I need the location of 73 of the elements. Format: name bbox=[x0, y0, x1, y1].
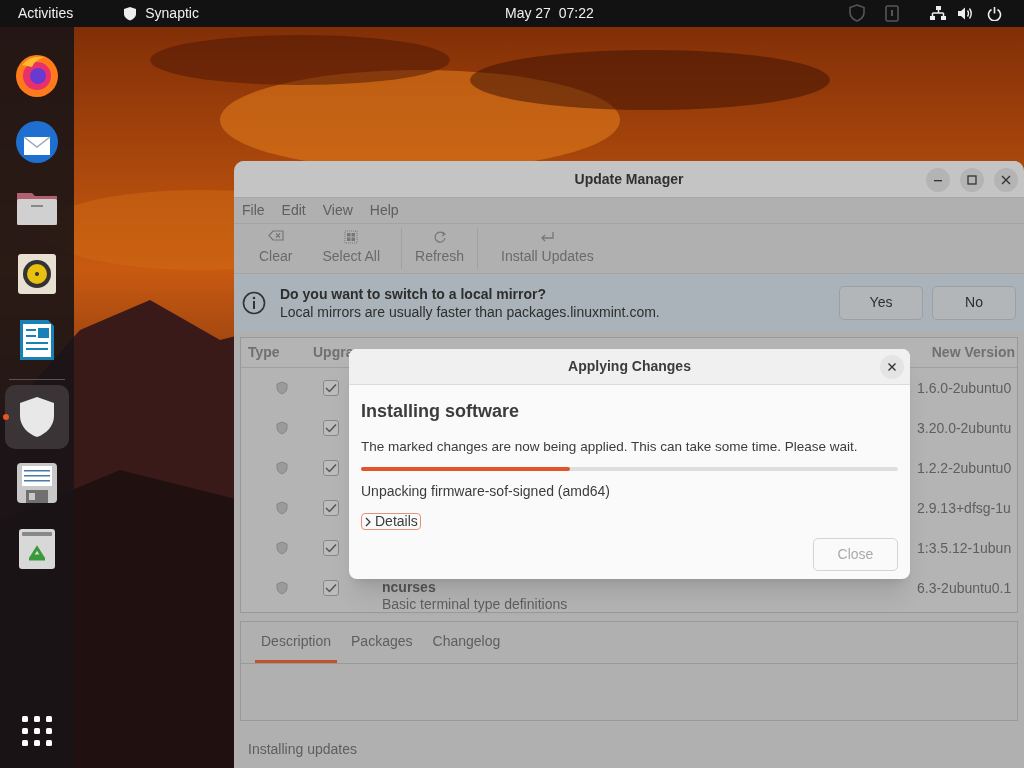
version-cell-text: 1.2.2-2ubuntu0 bbox=[917, 458, 1013, 478]
checkbox[interactable] bbox=[323, 580, 339, 596]
shield-icon bbox=[123, 6, 138, 21]
close-button[interactable]: Close bbox=[813, 538, 898, 572]
power-icon[interactable] bbox=[987, 5, 1002, 21]
progress-text: Unpacking firmware-sof-signed (amd64) bbox=[361, 482, 611, 502]
package-name: ncurses bbox=[382, 579, 437, 596]
close-button[interactable] bbox=[994, 168, 1018, 192]
menu-item[interactable]: Help bbox=[369, 200, 399, 221]
check-icon bbox=[325, 503, 337, 513]
checkbox[interactable] bbox=[323, 380, 339, 396]
version-cell-text: 3.20.0-2ubuntu bbox=[917, 418, 1013, 438]
status-text: Installing updates bbox=[248, 740, 358, 759]
info-icon bbox=[242, 290, 266, 315]
network-icon[interactable] bbox=[929, 5, 947, 21]
checkbox[interactable] bbox=[323, 460, 339, 476]
version-cell-text: 2.9.13+dfsg-1u bbox=[917, 498, 1012, 518]
shield-icon[interactable] bbox=[849, 4, 865, 22]
firefox-icon bbox=[14, 53, 60, 99]
mail-icon bbox=[14, 119, 60, 165]
column-header[interactable]: Type bbox=[241, 342, 313, 363]
check-icon bbox=[325, 423, 337, 433]
menu-item[interactable]: Edit bbox=[281, 200, 306, 221]
shield-icon bbox=[276, 461, 288, 475]
activities-button[interactable]: Activities bbox=[18, 3, 74, 24]
volume-icon[interactable] bbox=[957, 5, 973, 21]
check-icon bbox=[325, 543, 337, 553]
clock[interactable]: May 27 07:22 bbox=[505, 3, 594, 24]
check-icon bbox=[325, 383, 337, 393]
toolbar-button[interactable]: Select All bbox=[309, 224, 394, 273]
menu-item[interactable]: File bbox=[242, 200, 265, 221]
checkbox[interactable] bbox=[323, 420, 339, 436]
check-icon bbox=[325, 583, 337, 593]
shield-icon bbox=[276, 421, 288, 435]
clipboard-icon[interactable] bbox=[885, 4, 899, 22]
app-menu[interactable]: Synaptic bbox=[145, 3, 199, 24]
tab[interactable]: Description bbox=[255, 622, 338, 663]
tab[interactable]: Changelog bbox=[426, 622, 507, 663]
shield-icon bbox=[276, 381, 288, 395]
dialog-message: The marked changes are now being applied. This can take some time. Please wait. bbox=[361, 438, 859, 456]
details-expander[interactable]: Details bbox=[361, 513, 421, 531]
version-cell-text: 1.6.0-2ubuntu0 bbox=[917, 378, 1013, 398]
grid-icon bbox=[343, 230, 360, 244]
app-grid-icon[interactable] bbox=[22, 716, 52, 746]
info-title: Do you want to switch to a local mirror? bbox=[280, 284, 548, 303]
package-description: Basic terminal type definitions bbox=[382, 596, 568, 613]
menu-item[interactable]: View bbox=[322, 200, 353, 221]
shield-icon bbox=[276, 501, 288, 515]
checkbox[interactable] bbox=[323, 540, 339, 556]
version-cell-text: 6.3-2ubuntu0.1 bbox=[917, 578, 1013, 598]
info-button[interactable]: No bbox=[932, 285, 1016, 320]
window-title: Update Manager bbox=[574, 169, 684, 189]
floppy-icon bbox=[14, 460, 60, 506]
checkbox[interactable] bbox=[323, 500, 339, 516]
info-button[interactable]: Yes bbox=[839, 285, 923, 320]
clear-icon bbox=[267, 230, 284, 244]
tab[interactable]: Packages bbox=[345, 622, 419, 663]
shield-icon bbox=[276, 541, 288, 555]
dialog-heading: Installing software bbox=[361, 400, 521, 423]
dialog-title: Applying Changes bbox=[568, 357, 691, 376]
shield-icon bbox=[276, 581, 288, 595]
enter-icon bbox=[539, 230, 556, 244]
toolbar-button[interactable]: Install Updates bbox=[488, 224, 607, 273]
close-button[interactable] bbox=[880, 355, 904, 379]
info-text: Local mirrors are usually faster than packages.linuxmint.com. bbox=[280, 302, 661, 321]
chevron-right-icon bbox=[364, 516, 372, 527]
dock-item[interactable] bbox=[5, 385, 69, 449]
version-cell-text: 1:3.5.12-1ubun bbox=[917, 538, 1013, 558]
toolbar-button[interactable]: Clear bbox=[246, 224, 306, 273]
column-header[interactable]: New Version bbox=[931, 342, 1017, 363]
toolbar-button[interactable]: Refresh bbox=[402, 224, 478, 273]
check-icon bbox=[325, 463, 337, 473]
maximize-button[interactable] bbox=[960, 168, 984, 192]
